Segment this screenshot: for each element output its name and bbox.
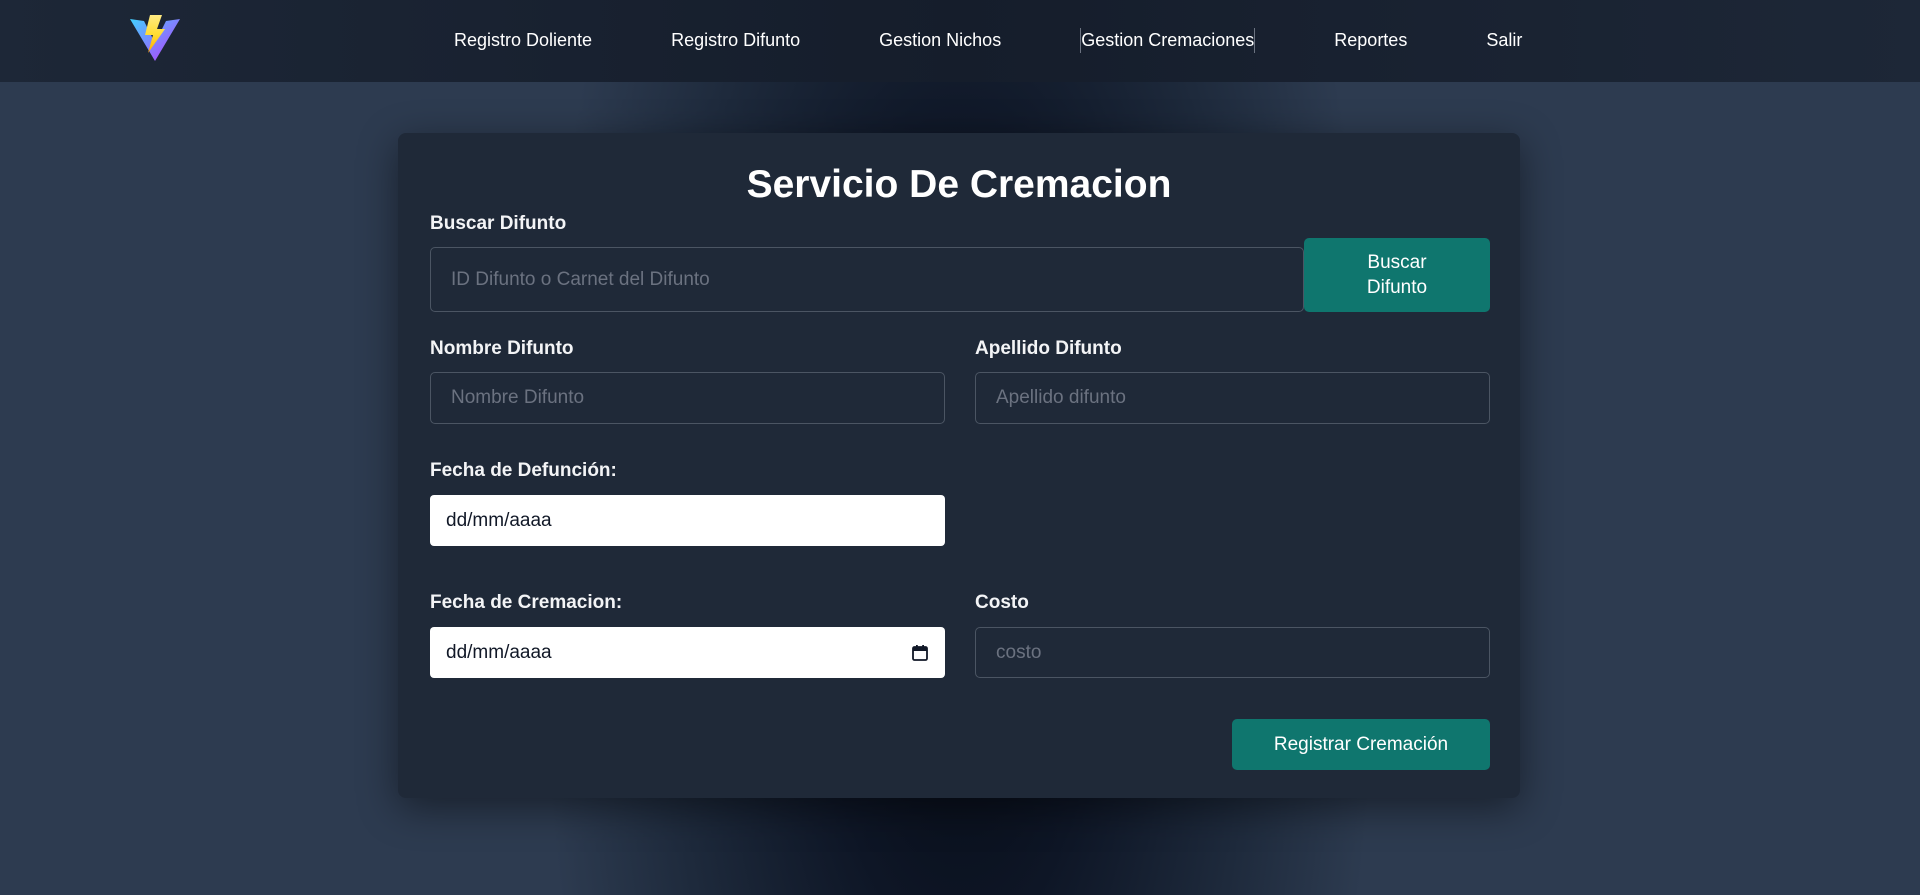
fecha-cremacion-label: Fecha de Cremacion:: [430, 592, 623, 613]
apellido-label: Apellido Difunto: [975, 338, 1122, 359]
cremation-form-card: Servicio De Cremacion Buscar Difunto Bus…: [398, 133, 1520, 798]
nombre-input[interactable]: [430, 372, 945, 424]
calendar-icon[interactable]: [911, 644, 929, 662]
fecha-defuncion-input[interactable]: dd/mm/aaaa: [430, 495, 945, 546]
fecha-defuncion-value: dd/mm/aaaa: [446, 509, 552, 531]
nav-reportes[interactable]: Reportes: [1334, 30, 1407, 51]
costo-input[interactable]: [975, 627, 1490, 678]
fecha-defuncion-label: Fecha de Defunción:: [430, 460, 617, 481]
vite-logo-icon[interactable]: [128, 13, 182, 63]
nombre-label: Nombre Difunto: [430, 338, 574, 359]
search-input[interactable]: [430, 247, 1304, 312]
search-button[interactable]: Buscar Difunto: [1304, 238, 1490, 312]
main-nav: Registro Doliente Registro Difunto Gesti…: [430, 0, 1522, 80]
nav-gestion-nichos[interactable]: Gestion Nichos: [879, 30, 1001, 51]
navbar: Registro Doliente Registro Difunto Gesti…: [0, 0, 1920, 82]
nav-salir[interactable]: Salir: [1486, 30, 1522, 51]
costo-label: Costo: [975, 592, 1029, 613]
nav-registro-doliente[interactable]: Registro Doliente: [454, 30, 592, 51]
apellido-input[interactable]: [975, 372, 1490, 424]
nav-registro-difunto[interactable]: Registro Difunto: [671, 30, 800, 51]
page-title: Servicio De Cremacion: [746, 163, 1172, 206]
fecha-cremacion-value: dd/mm/aaaa: [446, 641, 552, 663]
fecha-cremacion-input[interactable]: dd/mm/aaaa: [430, 627, 945, 678]
search-label: Buscar Difunto: [430, 213, 567, 234]
registrar-cremacion-button[interactable]: Registrar Cremación: [1232, 719, 1490, 770]
nav-gestion-cremaciones[interactable]: Gestion Cremaciones: [1080, 27, 1256, 53]
